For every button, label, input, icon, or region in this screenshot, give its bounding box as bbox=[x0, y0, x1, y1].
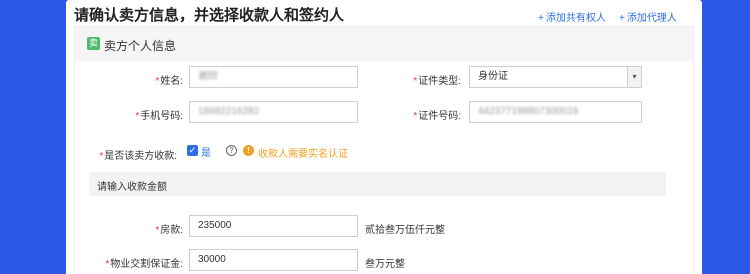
add-co-owner-link[interactable]: + 添加共有权人 bbox=[538, 9, 606, 24]
required-mark: * bbox=[105, 259, 110, 270]
payee-checkbox[interactable]: ✓ bbox=[187, 145, 198, 156]
id-number-label-text: 证件号码: bbox=[418, 111, 461, 122]
required-mark: * bbox=[155, 225, 160, 236]
name-field[interactable]: 谢欣 bbox=[189, 66, 358, 88]
section-header: 卖 卖方个人信息 bbox=[75, 27, 693, 61]
id-number-field[interactable]: 442377198807300019 bbox=[469, 101, 642, 123]
id-type-value: 身份证 bbox=[478, 71, 508, 82]
card-header: 请确认卖方信息，并选择收款人和签约人 + 添加共有权人 + 添加代理人 bbox=[66, 0, 702, 26]
house-price-cn: 贰拾叁万伍仟元整 bbox=[365, 225, 445, 236]
section-title: 卖方个人信息 bbox=[104, 39, 177, 53]
id-number-label: *证件号码: bbox=[395, 107, 461, 122]
deposit-value: 30000 bbox=[198, 254, 226, 265]
id-type-select[interactable]: 身份证 ▾ bbox=[469, 66, 642, 88]
add-co-owner-label: 添加共有权人 bbox=[545, 13, 606, 24]
phone-label: *手机号码: bbox=[115, 107, 183, 122]
amount-section-band: 请输入收款金额 bbox=[89, 172, 666, 196]
chevron-down-icon[interactable]: ▾ bbox=[627, 67, 641, 87]
house-price-label-text: 房款: bbox=[160, 225, 183, 236]
name-value: 谢欣 bbox=[198, 71, 218, 82]
is-seller-payee-label-text: 是否该卖方收款: bbox=[104, 151, 177, 162]
phone-label-text: 手机号码: bbox=[140, 111, 183, 122]
add-agent-link[interactable]: + 添加代理人 bbox=[619, 9, 677, 24]
phone-value: 18682216282 bbox=[198, 106, 260, 117]
id-type-label: *证件类型: bbox=[395, 72, 461, 87]
deposit-cn: 叁万元整 bbox=[365, 259, 405, 270]
warning-icon: ! bbox=[243, 145, 254, 156]
id-type-label-text: 证件类型: bbox=[418, 76, 461, 87]
house-price-value: 235000 bbox=[198, 220, 232, 231]
house-price-input[interactable]: 235000 bbox=[189, 215, 358, 237]
deposit-input[interactable]: 30000 bbox=[189, 249, 358, 271]
seller-icon: 卖 bbox=[87, 37, 100, 50]
id-number-value: 442377198807300019 bbox=[478, 106, 579, 117]
payee-option-label[interactable]: 是 bbox=[201, 144, 211, 159]
amount-band-title: 请输入收款金额 bbox=[97, 182, 167, 193]
phone-field[interactable]: 18682216282 bbox=[189, 101, 358, 123]
deposit-label: *物业交割保证金: bbox=[85, 255, 183, 270]
page-title: 请确认卖方信息，并选择收款人和签约人 bbox=[74, 7, 345, 24]
name-label: *姓名: bbox=[115, 72, 183, 87]
form-body: *姓名: 谢欣 *证件类型: 身份证 ▾ *手机号码: 18682216282 … bbox=[75, 61, 693, 274]
is-seller-payee-label: *是否该卖方收款: bbox=[85, 147, 177, 162]
help-icon[interactable]: ? bbox=[226, 145, 237, 156]
house-price-label: *房款: bbox=[105, 221, 183, 236]
seller-personal-info-section: 卖 卖方个人信息 *姓名: 谢欣 *证件类型: 身份证 ▾ *手机号码: 186… bbox=[74, 26, 694, 274]
required-mark: * bbox=[413, 76, 418, 87]
required-mark: * bbox=[413, 111, 418, 122]
name-label-text: 姓名: bbox=[160, 76, 183, 87]
required-mark: * bbox=[99, 151, 104, 162]
plus-icon: + bbox=[619, 13, 625, 24]
warning-text: 收款人需要实名认证 bbox=[258, 149, 348, 160]
required-mark: * bbox=[155, 76, 160, 87]
plus-icon: + bbox=[538, 13, 544, 24]
seller-info-card: 请确认卖方信息，并选择收款人和签约人 + 添加共有权人 + 添加代理人 卖 卖方个人… bbox=[66, 0, 702, 274]
add-agent-label: 添加代理人 bbox=[626, 13, 677, 24]
deposit-label-text: 物业交割保证金: bbox=[110, 259, 183, 270]
required-mark: * bbox=[135, 111, 140, 122]
